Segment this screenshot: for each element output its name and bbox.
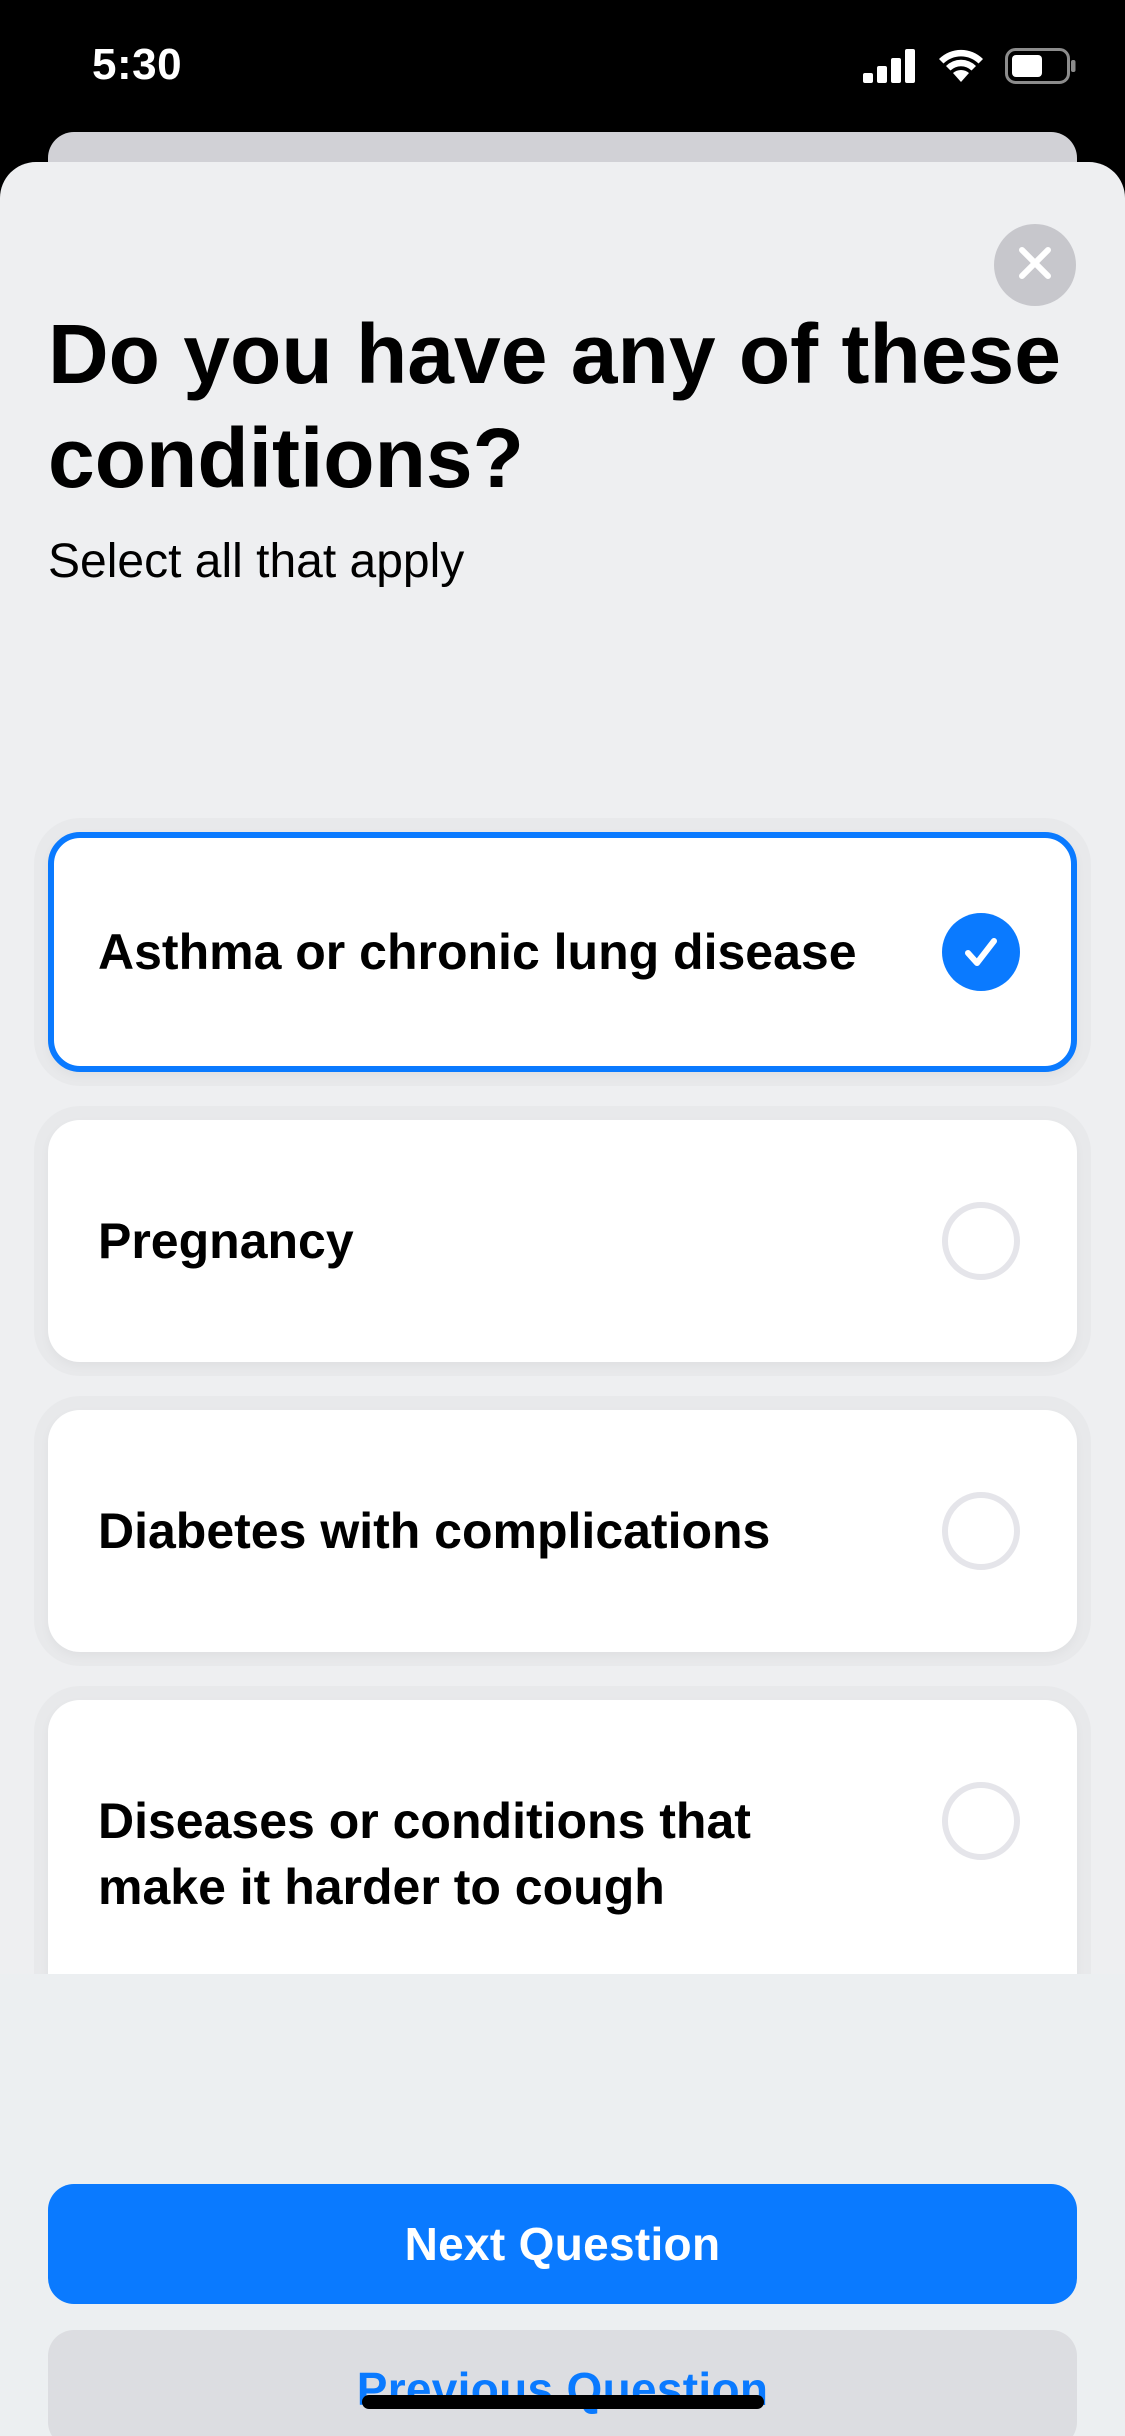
option-label: Diabetes with complications [98,1503,771,1559]
question-sheet: Do you have any of these conditions? Sel… [0,162,1125,2436]
cellular-signal-icon [863,49,917,88]
question-title: Do you have any of these conditions? [48,307,1061,505]
question-subtitle: Select all that apply [48,535,465,588]
checkmark-icon [965,938,997,966]
radio-unchecked[interactable] [942,1202,1020,1280]
option-pregnancy[interactable]: Pregnancy [48,1120,1077,1362]
radio-unchecked[interactable] [942,1492,1020,1570]
close-button[interactable] [994,224,1076,306]
option-asthma[interactable]: Asthma or chronic lung disease [48,832,1077,1072]
option-cough-conditions[interactable]: Diseases or conditions that make it hard… [48,1700,1077,2008]
checkbox-checked[interactable] [942,913,1020,991]
home-indicator[interactable] [362,2395,764,2409]
next-question-button[interactable]: Next Question [48,2184,1077,2304]
previous-question-button[interactable]: Previous Question [48,2330,1077,2436]
wifi-icon [937,48,985,89]
footer: Next Question Previous Question [0,1974,1125,2436]
option-label: Pregnancy [98,1213,354,1269]
status-bar: 5:30 [0,0,1125,140]
option-diabetes[interactable]: Diabetes with complications [48,1410,1077,1652]
status-time: 5:30 [92,40,183,89]
option-label: Asthma or chronic lung disease [98,924,857,980]
radio-unchecked[interactable] [942,1782,1020,1860]
screen: 5:30 Do you have any of these conditions… [0,0,1125,2436]
close-icon [1017,245,1053,286]
option-label: Diseases or conditions that make it hard… [98,1793,751,1915]
status-icons [863,48,1077,89]
battery-icon [1005,48,1077,89]
